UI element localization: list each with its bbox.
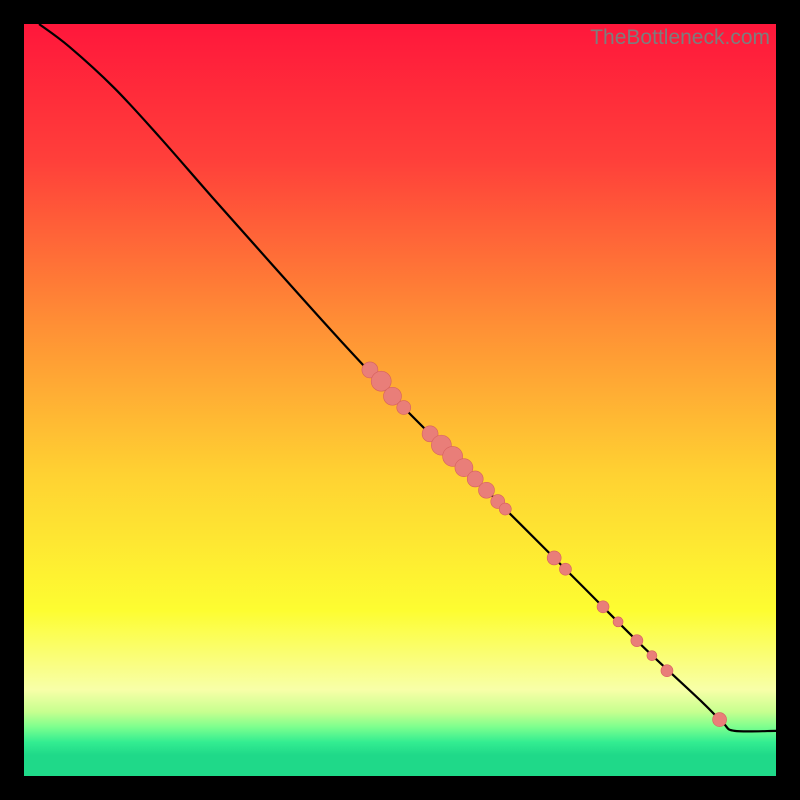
- chart-svg: [24, 24, 776, 776]
- data-marker: [631, 635, 643, 647]
- data-marker: [713, 713, 727, 727]
- data-marker: [647, 651, 657, 661]
- data-marker: [499, 503, 511, 515]
- data-marker: [547, 551, 561, 565]
- data-marker: [478, 482, 494, 498]
- chart-frame: TheBottleneck.com: [24, 24, 776, 776]
- data-marker: [559, 563, 571, 575]
- watermark-text: TheBottleneck.com: [590, 26, 770, 50]
- data-marker: [661, 665, 673, 677]
- data-marker: [597, 601, 609, 613]
- data-marker: [397, 401, 411, 415]
- data-marker: [613, 617, 623, 627]
